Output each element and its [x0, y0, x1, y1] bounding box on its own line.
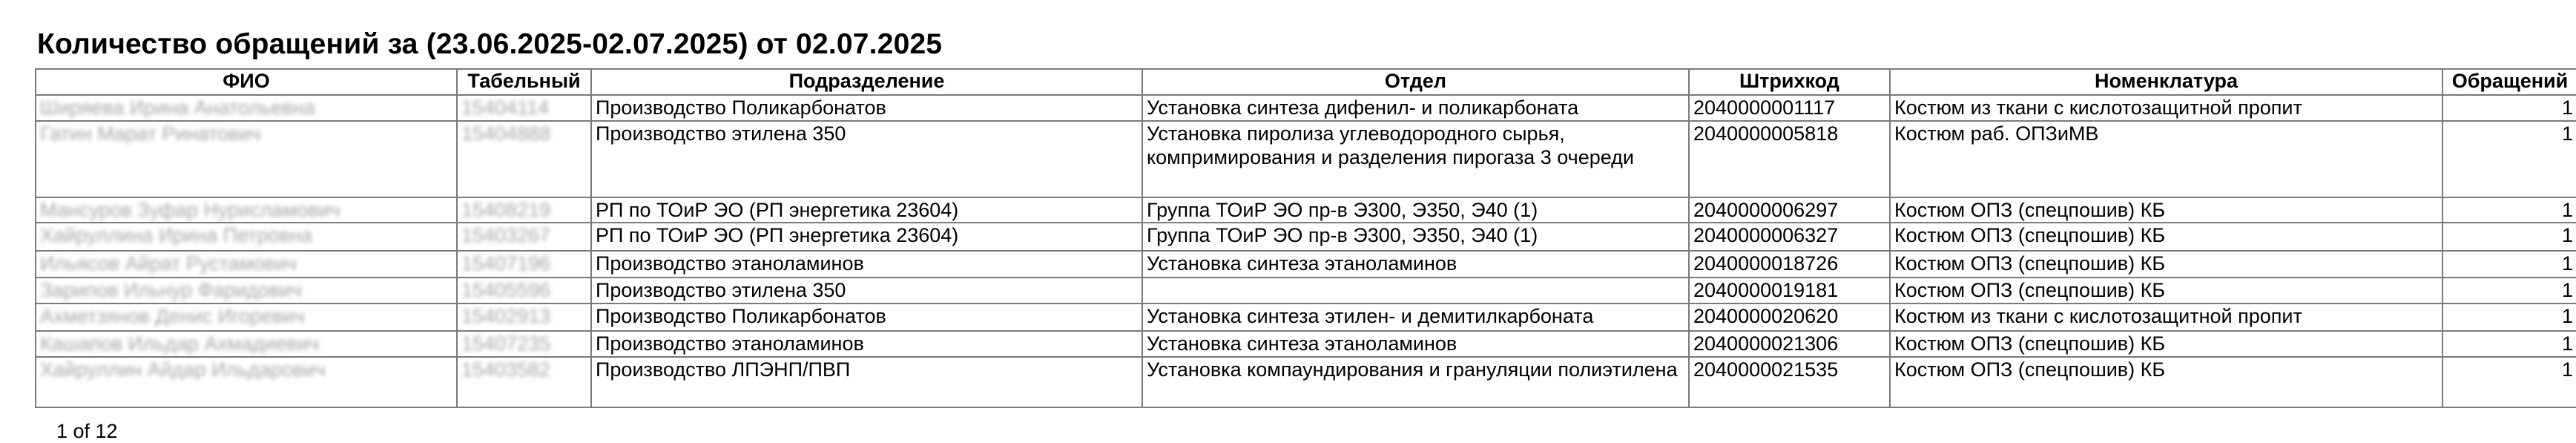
cell-fio: Хайруллин Айдар Ильдарович	[35, 356, 458, 408]
report-table: ФИО Табельный Подразделение Отдел Штрихк…	[35, 68, 2576, 408]
table-row: Ахметзянов Денис Игоревич 15402913 Произ…	[35, 303, 2576, 332]
cell-division: РП по ТОиР ЭО (РП энергетика 23604)	[590, 197, 1143, 223]
table-row: Хайруллина Ирина Петровна 15403267 РП по…	[35, 222, 2576, 252]
cell-department: Установка компаундирования и грануляции …	[1142, 356, 1690, 408]
table-row: Зарипов Ильнур Фаридович 15405596 Произв…	[35, 277, 2576, 304]
cell-barcode: 2040000019181	[1688, 277, 1891, 304]
cell-department: Установка синтеза этаноламинов	[1142, 250, 1690, 278]
cell-requests: 1	[2442, 356, 2576, 408]
cell-division: Производство Поликарбонатов	[590, 303, 1143, 332]
cell-division: Производство этилена 350	[590, 277, 1143, 304]
cell-barcode: 2040000005818	[1688, 120, 1891, 198]
cell-department	[1142, 277, 1690, 304]
cell-tab-number: 15403267	[456, 222, 592, 252]
table-header-row: ФИО Табельный Подразделение Отдел Штрихк…	[35, 68, 2576, 96]
cell-department: Группа ТОиР ЭО пр-в Э300, Э350, Э40 (1)	[1142, 222, 1690, 252]
cell-department: Установка пиролиза углеводородного сырья…	[1142, 120, 1690, 198]
cell-tab-number: 15402913	[456, 303, 592, 332]
table-row: Кашапов Ильдар Ахмадиевич 15407235 Произ…	[35, 330, 2576, 358]
cell-nomenclature: Костюм ОПЗ (спецпошив) КБ	[1889, 330, 2443, 358]
cell-nomenclature: Костюм ОПЗ (спецпошив) КБ	[1889, 277, 2443, 304]
cell-nomenclature: Костюм из ткани с кислотозащитной пропит	[1889, 303, 2443, 332]
cell-fio: Мансуров Зуфар Нурисламович	[35, 197, 458, 223]
cell-tab-number: 15404114	[456, 94, 592, 122]
cell-tab-number: 15403582	[456, 356, 592, 408]
cell-barcode: 2040000018726	[1688, 250, 1891, 278]
cell-fio: Ахметзянов Денис Игоревич	[35, 303, 458, 332]
cell-fio: Ильясов Айрат Рустамович	[35, 250, 458, 278]
cell-requests: 1	[2442, 120, 2576, 198]
cell-division: Производство этилена 350	[590, 120, 1143, 198]
table-row: Ильясов Айрат Рустамович 15407196 Произв…	[35, 250, 2576, 278]
cell-requests: 1	[2442, 250, 2576, 278]
cell-requests: 1	[2442, 303, 2576, 332]
cell-barcode: 2040000001117	[1688, 94, 1891, 122]
cell-requests: 1	[2442, 94, 2576, 122]
column-header-division[interactable]: Подразделение	[590, 68, 1143, 96]
column-header-nomenclature[interactable]: Номенклатура	[1889, 68, 2443, 96]
column-header-barcode[interactable]: Штрихкод	[1688, 68, 1891, 96]
cell-division: Производство этаноламинов	[590, 250, 1143, 278]
cell-division: РП по ТОиР ЭО (РП энергетика 23604)	[590, 222, 1143, 252]
cell-barcode: 2040000021306	[1688, 330, 1891, 358]
report-title: Количество обращений за (23.06.2025-02.0…	[37, 28, 943, 60]
column-header-requests[interactable]: Обращений	[2442, 68, 2576, 96]
cell-requests: 1	[2442, 330, 2576, 358]
cell-tab-number: 15408219	[456, 197, 592, 223]
cell-fio: Кашапов Ильдар Ахмадиевич	[35, 330, 458, 358]
cell-fio: Зарипов Ильнур Фаридович	[35, 277, 458, 304]
cell-barcode: 2040000020620	[1688, 303, 1891, 332]
cell-department: Группа ТОиР ЭО пр-в Э300, Э350, Э40 (1)	[1142, 197, 1690, 223]
column-header-fio[interactable]: ФИО	[35, 68, 458, 96]
cell-requests: 1	[2442, 222, 2576, 252]
cell-tab-number: 15405596	[456, 277, 592, 304]
table-row: Мансуров Зуфар Нурисламович 15408219 РП …	[35, 197, 2576, 223]
cell-nomenclature: Костюм ОПЗ (спецпошив) КБ	[1889, 356, 2443, 408]
cell-division: Производство этаноламинов	[590, 330, 1143, 358]
cell-nomenclature: Костюм ОПЗ (спецпошив) КБ	[1889, 197, 2443, 223]
cell-requests: 1	[2442, 277, 2576, 304]
page-indicator: 1 of 12	[56, 420, 118, 442]
cell-barcode: 2040000006297	[1688, 197, 1891, 223]
cell-department: Установка синтеза этилен- и демитилкарбо…	[1142, 303, 1690, 332]
cell-division: Производство Поликарбонатов	[590, 94, 1143, 122]
cell-division: Производство ЛПЭНП/ПВП	[590, 356, 1143, 408]
cell-nomenclature: Костюм ОПЗ (спецпошив) КБ	[1889, 250, 2443, 278]
cell-tab-number: 15404888	[456, 120, 592, 198]
cell-nomenclature: Костюм раб. ОПЗиМВ	[1889, 120, 2443, 198]
cell-nomenclature: Костюм из ткани с кислотозащитной пропит	[1889, 94, 2443, 122]
table-row: Хайруллин Айдар Ильдарович 15403582 Прои…	[35, 356, 2576, 408]
column-header-tab-number[interactable]: Табельный	[456, 68, 592, 96]
cell-fio: Гатин Марат Ринатович	[35, 120, 458, 198]
cell-tab-number: 15407196	[456, 250, 592, 278]
cell-barcode: 2040000021535	[1688, 356, 1891, 408]
cell-fio: Хайруллина Ирина Петровна	[35, 222, 458, 252]
cell-requests: 1	[2442, 197, 2576, 223]
cell-barcode: 2040000006327	[1688, 222, 1891, 252]
table-row: Ширяева Ирина Анатольевна 15404114 Произ…	[35, 94, 2576, 122]
cell-department: Установка синтеза дифенил- и поликарбона…	[1142, 94, 1690, 122]
table-row: Гатин Марат Ринатович 15404888 Производс…	[35, 120, 2576, 198]
cell-nomenclature: Костюм ОПЗ (спецпошив) КБ	[1889, 222, 2443, 252]
cell-fio: Ширяева Ирина Анатольевна	[35, 94, 458, 122]
cell-department: Установка синтеза этаноламинов	[1142, 330, 1690, 358]
column-header-department[interactable]: Отдел	[1142, 68, 1690, 96]
cell-tab-number: 15407235	[456, 330, 592, 358]
